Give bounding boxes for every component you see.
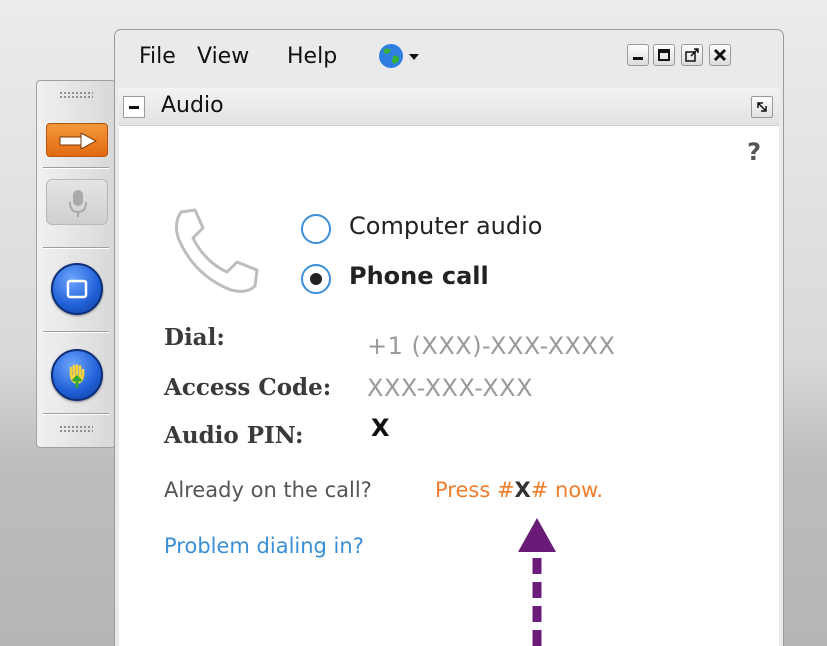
undock-panel-button[interactable] [751, 96, 773, 118]
share-button[interactable] [46, 123, 108, 157]
maximize-button[interactable] [653, 44, 675, 66]
close-button[interactable] [709, 44, 731, 66]
audio-panel-body: ? Computer audio Phone call Dial: +1 (XX… [119, 126, 779, 646]
menu-help[interactable]: Help [287, 44, 337, 69]
menu-file[interactable]: File [139, 44, 176, 69]
toolbar-grip-bottom[interactable] [59, 425, 93, 433]
dial-number: +1 (XXX)-XXX-XXXX [367, 332, 616, 360]
press-code-instruction: Press #X# now. [435, 478, 603, 502]
raise-hand-button[interactable] [51, 349, 103, 401]
phone-call-radio[interactable] [301, 264, 331, 294]
annotation-arrow [518, 518, 556, 646]
radio-selected-dot [310, 273, 322, 285]
phone-call-label[interactable]: Phone call [349, 262, 489, 290]
raise-hand-icon [69, 364, 85, 388]
microphone-icon [69, 190, 87, 217]
toolbar-divider [43, 331, 109, 332]
already-on-call-text: Already on the call? [164, 478, 372, 502]
audio-pin-value: X [371, 414, 391, 442]
access-code-value: XXX-XXX-XXX [367, 374, 534, 402]
popout-button[interactable] [681, 44, 703, 66]
mute-button[interactable] [46, 179, 108, 225]
help-icon[interactable]: ? [747, 138, 761, 166]
audio-pin-label: Audio PIN: [164, 422, 304, 449]
press-suffix: # now. [530, 478, 604, 502]
phone-handset-icon [174, 208, 259, 293]
close-icon [713, 48, 727, 62]
toolbar-divider [43, 167, 109, 168]
problem-dialing-link[interactable]: Problem dialing in? [164, 534, 364, 558]
panel-title: Audio [161, 93, 224, 118]
floating-toolbar [36, 80, 116, 448]
maximize-icon [658, 49, 670, 61]
video-button[interactable] [51, 263, 103, 315]
undock-icon [757, 102, 767, 112]
audio-window: File View Help Audio ? Computer audio Ph… [114, 29, 784, 646]
audio-panel-header: Audio [119, 88, 779, 126]
video-icon [66, 279, 88, 299]
menu-bar: File View Help [115, 30, 783, 88]
toolbar-grip-top[interactable] [59, 91, 93, 99]
dial-label: Dial: [164, 324, 225, 351]
access-code-label: Access Code: [164, 374, 332, 401]
toolbar-divider [43, 247, 109, 248]
popout-icon [685, 48, 699, 62]
globe-menu[interactable] [377, 42, 421, 74]
minimize-icon [633, 57, 643, 60]
press-prefix: Press # [435, 478, 515, 502]
globe-icon [379, 44, 419, 68]
collapse-panel-button[interactable] [123, 96, 145, 118]
toolbar-divider [43, 413, 109, 414]
press-code: X [514, 478, 531, 502]
computer-audio-radio[interactable] [301, 214, 331, 244]
menu-view[interactable]: View [197, 44, 249, 69]
computer-audio-label[interactable]: Computer audio [349, 212, 542, 240]
share-arrow-icon [59, 133, 97, 149]
minimize-button[interactable] [627, 44, 649, 66]
